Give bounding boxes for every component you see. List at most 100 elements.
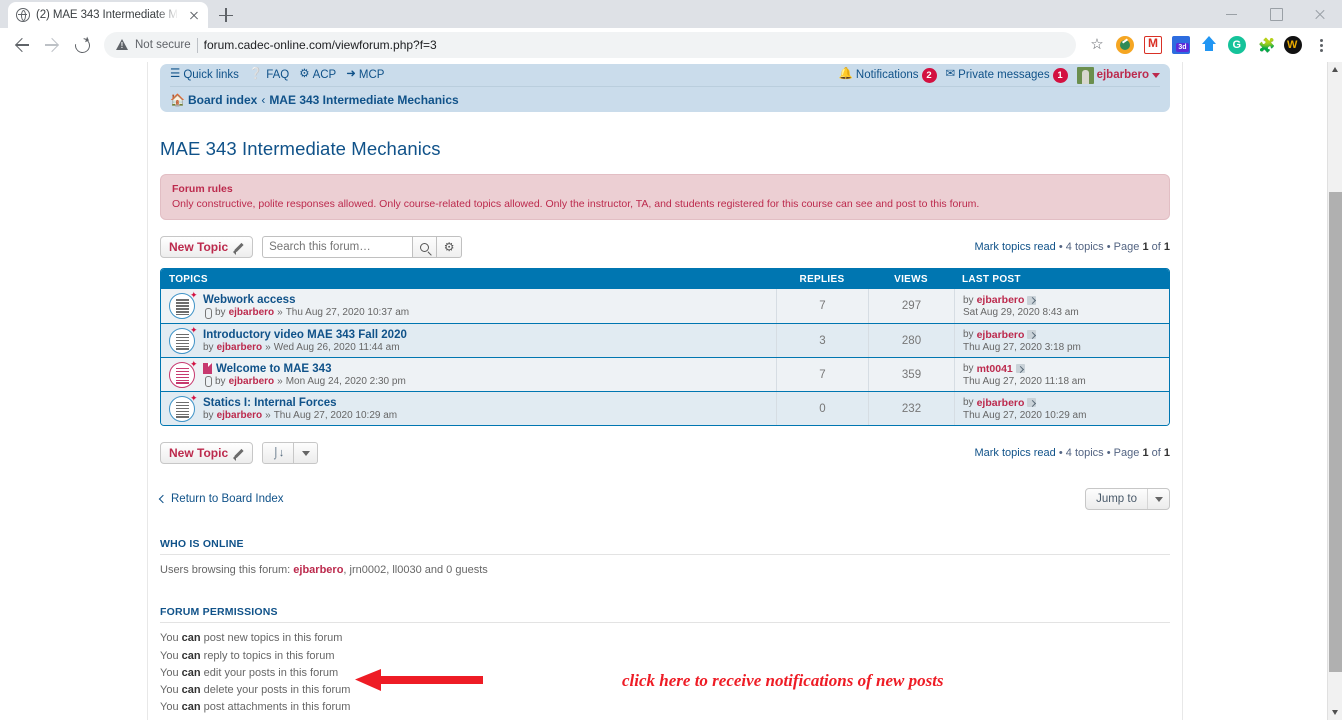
last-post-cell: by mt0041 Thu Aug 27, 2020 11:18 am: [954, 358, 1169, 392]
close-icon[interactable]: [1298, 0, 1342, 28]
user-menu[interactable]: ejbarbero: [1076, 66, 1160, 84]
topic-list: TOPICS REPLIES VIEWS LAST POST ✦ Webwork …: [160, 268, 1170, 427]
new-post-marker-icon: ✦: [190, 324, 198, 335]
minimize-icon[interactable]: [1210, 0, 1254, 28]
topic-unread-icon[interactable]: ✦: [169, 324, 198, 354]
scroll-down-icon[interactable]: [1328, 705, 1342, 720]
table-row[interactable]: ✦ Statics I: Internal Forces by ejbarbero …: [161, 391, 1169, 426]
back-icon[interactable]: [8, 31, 36, 59]
bookmark-star-icon[interactable]: ☆: [1084, 32, 1110, 58]
topic-meta: by ejbarbero » Thu Aug 27, 2020 10:29 am: [203, 410, 397, 421]
maximize-icon[interactable]: [1254, 0, 1298, 28]
new-topic-button-bottom[interactable]: New Topic: [160, 442, 254, 465]
notifications-link[interactable]: 🔔 Notifications 2: [839, 67, 937, 83]
page-total-bottom: 1: [1163, 447, 1170, 460]
scrollbar-thumb[interactable]: [1329, 192, 1342, 672]
last-post-author[interactable]: mt0041: [977, 363, 1013, 375]
new-tab-button[interactable]: [212, 2, 240, 28]
topic-author[interactable]: ejbarbero: [229, 376, 275, 387]
sort-button[interactable]: ⌡↓: [262, 442, 295, 465]
close-icon[interactable]: [186, 7, 202, 23]
table-row[interactable]: ✦ Introductory video MAE 343 Fall 2020 by …: [161, 323, 1169, 358]
breadcrumb-board-index[interactable]: 🏠 Board index: [170, 93, 257, 107]
last-post-author[interactable]: ejbarbero: [977, 294, 1025, 306]
mcp-link[interactable]: ➜ MCP: [346, 69, 384, 81]
avatar: [1076, 66, 1094, 84]
topic-title-link[interactable]: Welcome to MAE 343: [216, 363, 331, 375]
tab-strip: (2) MAE 343 Intermediate Mecha: [0, 0, 1342, 28]
attachment-icon: [203, 376, 212, 388]
permission-line: You can edit your posts in this forum: [160, 666, 339, 679]
forum-permissions-body: You can post new topics in this forum You…: [160, 623, 1170, 715]
replies-count: 7: [776, 358, 868, 392]
topic-author[interactable]: ejbarbero: [217, 342, 263, 353]
topic-unread-icon[interactable]: ✦: [169, 393, 198, 422]
forum-page: ☰ Quick links ❔ FAQ ⚙ ACP ➜ MCP 🔔 Notifi…: [148, 62, 1182, 720]
table-row[interactable]: ✦ Webwork access by ejbarbero » Thu Aug 27…: [161, 289, 1169, 324]
last-post-cell: by ejbarbero Sat Aug 29, 2020 8:43 am: [954, 289, 1169, 324]
replies-count: 0: [776, 392, 868, 426]
return-to-board-index-link[interactable]: Return to Board Index: [158, 493, 284, 505]
bluejeans-extension-icon[interactable]: 3d: [1168, 32, 1194, 58]
goto-last-post-icon[interactable]: [1027, 330, 1037, 340]
last-post-date: Sat Aug 29, 2020 8:43 am: [963, 307, 1079, 319]
gmail-extension-icon[interactable]: M: [1140, 32, 1166, 58]
mcp-label: MCP: [358, 69, 385, 81]
wvu-profile-icon[interactable]: W: [1280, 32, 1306, 58]
updater-extension-icon[interactable]: [1196, 32, 1222, 58]
who-is-online-heading: WHO IS ONLINE: [160, 538, 1170, 556]
last-post-author[interactable]: ejbarbero: [977, 397, 1025, 409]
compass-extension-icon[interactable]: [1112, 32, 1138, 58]
mark-topics-read-link[interactable]: Mark topics read: [974, 241, 1055, 253]
pencil-icon: [233, 242, 244, 256]
jump-to-dropdown[interactable]: Jump to: [1085, 488, 1170, 511]
browser-tab[interactable]: (2) MAE 343 Intermediate Mecha: [8, 2, 208, 28]
topic-unread-icon[interactable]: ✦: [169, 359, 198, 388]
acp-link[interactable]: ⚙ ACP: [299, 69, 336, 81]
last-post-author[interactable]: ejbarbero: [977, 329, 1025, 341]
topic-title-link[interactable]: Introductory video MAE 343 Fall 2020: [203, 329, 407, 341]
topic-title-row: Introductory video MAE 343 Fall 2020: [203, 329, 407, 341]
address-bar[interactable]: Not secure forum.cadec-online.com/viewfo…: [104, 32, 1076, 58]
bullet: •: [1106, 447, 1114, 460]
grammarly-extension-icon[interactable]: G: [1224, 32, 1250, 58]
forward-icon[interactable]: [38, 31, 66, 59]
vertical-scrollbar[interactable]: [1327, 62, 1342, 720]
quick-links-menu[interactable]: ☰ Quick links: [170, 69, 239, 81]
breadcrumb-current[interactable]: MAE 343 Intermediate Mechanics: [269, 93, 458, 107]
reload-icon[interactable]: [68, 31, 96, 59]
online-user-highlighted[interactable]: ejbarbero: [293, 564, 343, 576]
search-submit-button[interactable]: [412, 236, 438, 259]
goto-last-post-icon[interactable]: [1027, 295, 1037, 305]
topic-posted-date: Wed Aug 26, 2020 11:44 am: [273, 341, 400, 353]
sort-controls: ⌡↓: [262, 442, 319, 465]
topic-author[interactable]: ejbarbero: [217, 410, 263, 421]
mark-topics-read-link-bottom[interactable]: Mark topics read: [974, 447, 1055, 459]
table-row[interactable]: ✦ Welcome to MAE 343 by ejbarbero » Mon Au…: [161, 357, 1169, 392]
forum-search: ⚙: [262, 236, 463, 259]
sort-dropdown-button[interactable]: [294, 442, 319, 465]
topic-title-row: Welcome to MAE 343: [203, 363, 406, 375]
forum-rules-heading: Forum rules: [172, 183, 233, 195]
bullet: •: [1106, 241, 1114, 254]
topic-title-link[interactable]: Webwork access: [203, 294, 295, 306]
scroll-up-icon[interactable]: [1328, 62, 1342, 77]
who-is-online-body: Users browsing this forum: ejbarbero, jr…: [160, 555, 1170, 579]
goto-last-post-icon[interactable]: [1015, 364, 1025, 374]
bullet: •: [1058, 447, 1066, 460]
private-messages-link[interactable]: ✉ Private messages 1: [946, 67, 1068, 83]
topic-author[interactable]: ejbarbero: [229, 307, 275, 318]
goto-last-post-icon[interactable]: [1027, 398, 1037, 408]
new-topic-button[interactable]: New Topic: [160, 236, 254, 259]
private-messages-badge: 1: [1052, 67, 1068, 83]
new-topic-label: New Topic: [169, 240, 229, 255]
forum-permissions-section: FORUM PERMISSIONS You can post new topic…: [160, 606, 1170, 715]
search-options-button[interactable]: ⚙: [437, 236, 463, 259]
faq-link[interactable]: ❔ FAQ: [249, 69, 289, 81]
topic-meta: by ejbarbero » Thu Aug 27, 2020 10:37 am: [203, 307, 409, 319]
puzzle-extensions-icon[interactable]: 🧩: [1252, 32, 1278, 58]
search-input[interactable]: [262, 236, 413, 259]
topic-title-link[interactable]: Statics I: Internal Forces: [203, 397, 337, 409]
three-dot-menu-icon[interactable]: [1308, 32, 1334, 58]
topic-unread-icon[interactable]: ✦: [169, 291, 198, 320]
